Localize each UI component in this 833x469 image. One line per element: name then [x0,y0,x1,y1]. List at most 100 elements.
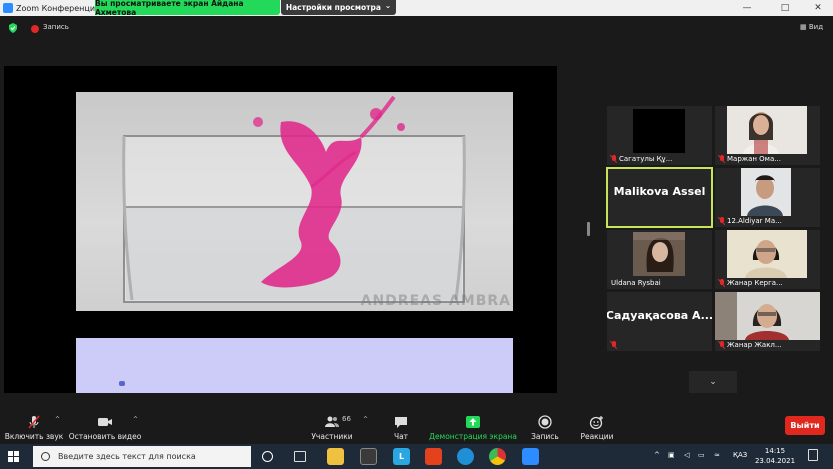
cursor-icon [119,381,125,386]
chrome-icon[interactable] [489,448,506,465]
participant-video [727,230,807,278]
zoom-window: Zoom Конференция — □ ✕ Вы просматриваете… [0,0,833,469]
participant-name [611,341,619,349]
leave-meeting-button[interactable]: Выйти [785,416,825,435]
participant-video [741,168,791,216]
participants-button[interactable]: Участники [311,402,353,444]
view-label: Вид [808,23,824,31]
maximize-button[interactable]: □ [771,0,799,16]
resize-handle[interactable] [587,222,590,236]
participant-tile[interactable]: Садуақасова А... [607,292,712,351]
reactions-label: Реакции [580,432,614,441]
windows-start-icon[interactable] [8,451,19,462]
mic-muted-icon [611,341,617,349]
record-button[interactable]: Запись [528,402,562,444]
search-placeholder: Введите здесь текст для поиска [58,452,196,461]
video-camera-icon [98,418,112,426]
search-icon [41,452,50,461]
clock-date: 23.04.2021 [754,457,796,465]
participant-tile[interactable]: Uldana Rysbai [607,230,712,289]
participants-count: 66 [342,415,351,423]
store-icon[interactable] [360,448,377,465]
zoom-taskbar-icon[interactable] [522,448,539,465]
reactions-smiley-icon [589,416,603,429]
file-explorer-icon[interactable] [327,448,344,465]
participant-name: Uldana Rysbai [611,279,661,287]
watermark-text: ANDREAS AMBRA [360,293,511,309]
mic-muted-icon [719,155,725,163]
mic-muted-icon [611,155,617,163]
unmute-button[interactable]: Включить звук [4,402,64,444]
clock[interactable]: 14:15 23.04.2021 [754,446,796,466]
record-icon [538,415,552,429]
tray-chevron-icon[interactable]: ^ [654,451,660,459]
windows-taskbar: Введите здесь текст для поиска L ^ ▣ ◁ ▭… [0,444,833,469]
glass-tank-illustration [122,95,466,303]
view-button[interactable]: ▦ Вид [800,23,823,31]
close-button[interactable]: ✕ [804,0,832,16]
language-indicator[interactable]: ҚАЗ [733,451,747,459]
edge-icon[interactable] [457,448,474,465]
view-options-button[interactable]: Настройки просмотра ⌄ [281,0,396,15]
participant-video [633,232,685,276]
share-banner: Вы просматриваете экран Айдана Ахметова [95,0,280,17]
record-label: Запись [531,432,559,441]
participant-name: 12.Aldiyar Ma... [719,217,782,225]
participant-video [715,292,820,340]
task-view-icon[interactable] [294,451,306,462]
office-icon[interactable] [425,448,442,465]
mic-muted-icon [719,217,725,225]
share-screen-label: Демонстрация экрана [429,432,517,441]
shared-screen: ANDREAS AMBRA [4,66,557,393]
participant-video [633,109,685,153]
participants-icon [325,416,339,427]
participant-name: Сагатулы Құ... [611,155,672,163]
network-icon[interactable]: ▣ [668,451,675,459]
notifications-icon[interactable] [808,449,818,461]
battery-icon[interactable]: ▭ [698,451,705,459]
grid-icon: ▦ [800,23,809,31]
participant-tile[interactable]: Маржан Ома... [715,106,820,165]
slide-lower-panel [76,338,513,393]
zoom-logo-icon [3,3,13,13]
participant-display-name: Садуақасова А... [607,309,712,322]
minimize-button[interactable]: — [733,0,761,16]
stop-video-label: Остановить видео [68,432,142,441]
participant-tile[interactable]: Сагатулы Құ... [607,106,712,165]
participant-name: Маржан Ома... [719,155,781,163]
stop-video-button[interactable]: Остановить видео [69,402,141,444]
audio-options-caret[interactable]: ^ [55,416,60,423]
mic-muted-icon [719,341,725,349]
unmute-label: Включить звук [4,432,64,441]
chat-bubble-icon [395,417,407,428]
recording-indicator-icon [31,25,39,33]
chat-label: Чат [393,432,409,441]
reactions-button[interactable]: Реакции [578,402,616,444]
participant-display-name: Malikova Assel [613,185,706,198]
participants-label: Участники [311,432,353,441]
participant-name: Жанар Жакл... [719,341,782,349]
l-app-icon[interactable]: L [393,448,410,465]
wifi-icon[interactable]: ≈ [714,451,720,459]
meeting-toolbar: Включить звук ^ Остановить видео ^ Участ… [0,402,833,444]
participant-tile[interactable]: 12.Aldiyar Ma... [715,168,820,227]
participant-tile-active-speaker[interactable]: Malikova Assel [606,167,713,228]
chat-button[interactable]: Чат [388,402,414,444]
share-screen-button[interactable]: Демонстрация экрана [429,402,517,444]
taskbar-search-box[interactable]: Введите здесь текст для поиска [33,446,251,467]
volume-icon[interactable]: ◁ [684,451,689,459]
participant-video [727,106,807,154]
security-shield-icon[interactable] [8,23,18,33]
chevron-down-icon: ⌄ [709,377,717,387]
participants-options-caret[interactable]: ^ [363,416,368,423]
chevron-down-icon: ⌄ [384,1,392,10]
gallery-next-page-button[interactable]: ⌄ [689,371,737,393]
share-screen-icon [466,416,480,428]
participant-tile[interactable]: Жанар Жакл... [715,292,820,351]
participant-tile[interactable]: Жанар Керга... [715,230,820,289]
recording-label: Запись [43,23,69,31]
video-options-caret[interactable]: ^ [133,416,138,423]
cortana-icon[interactable] [262,451,273,462]
meeting-area: Запись ▦ Вид ANDREAS AMBRA Сагатулы Құ..… [0,16,833,410]
mic-muted-icon [719,279,725,287]
